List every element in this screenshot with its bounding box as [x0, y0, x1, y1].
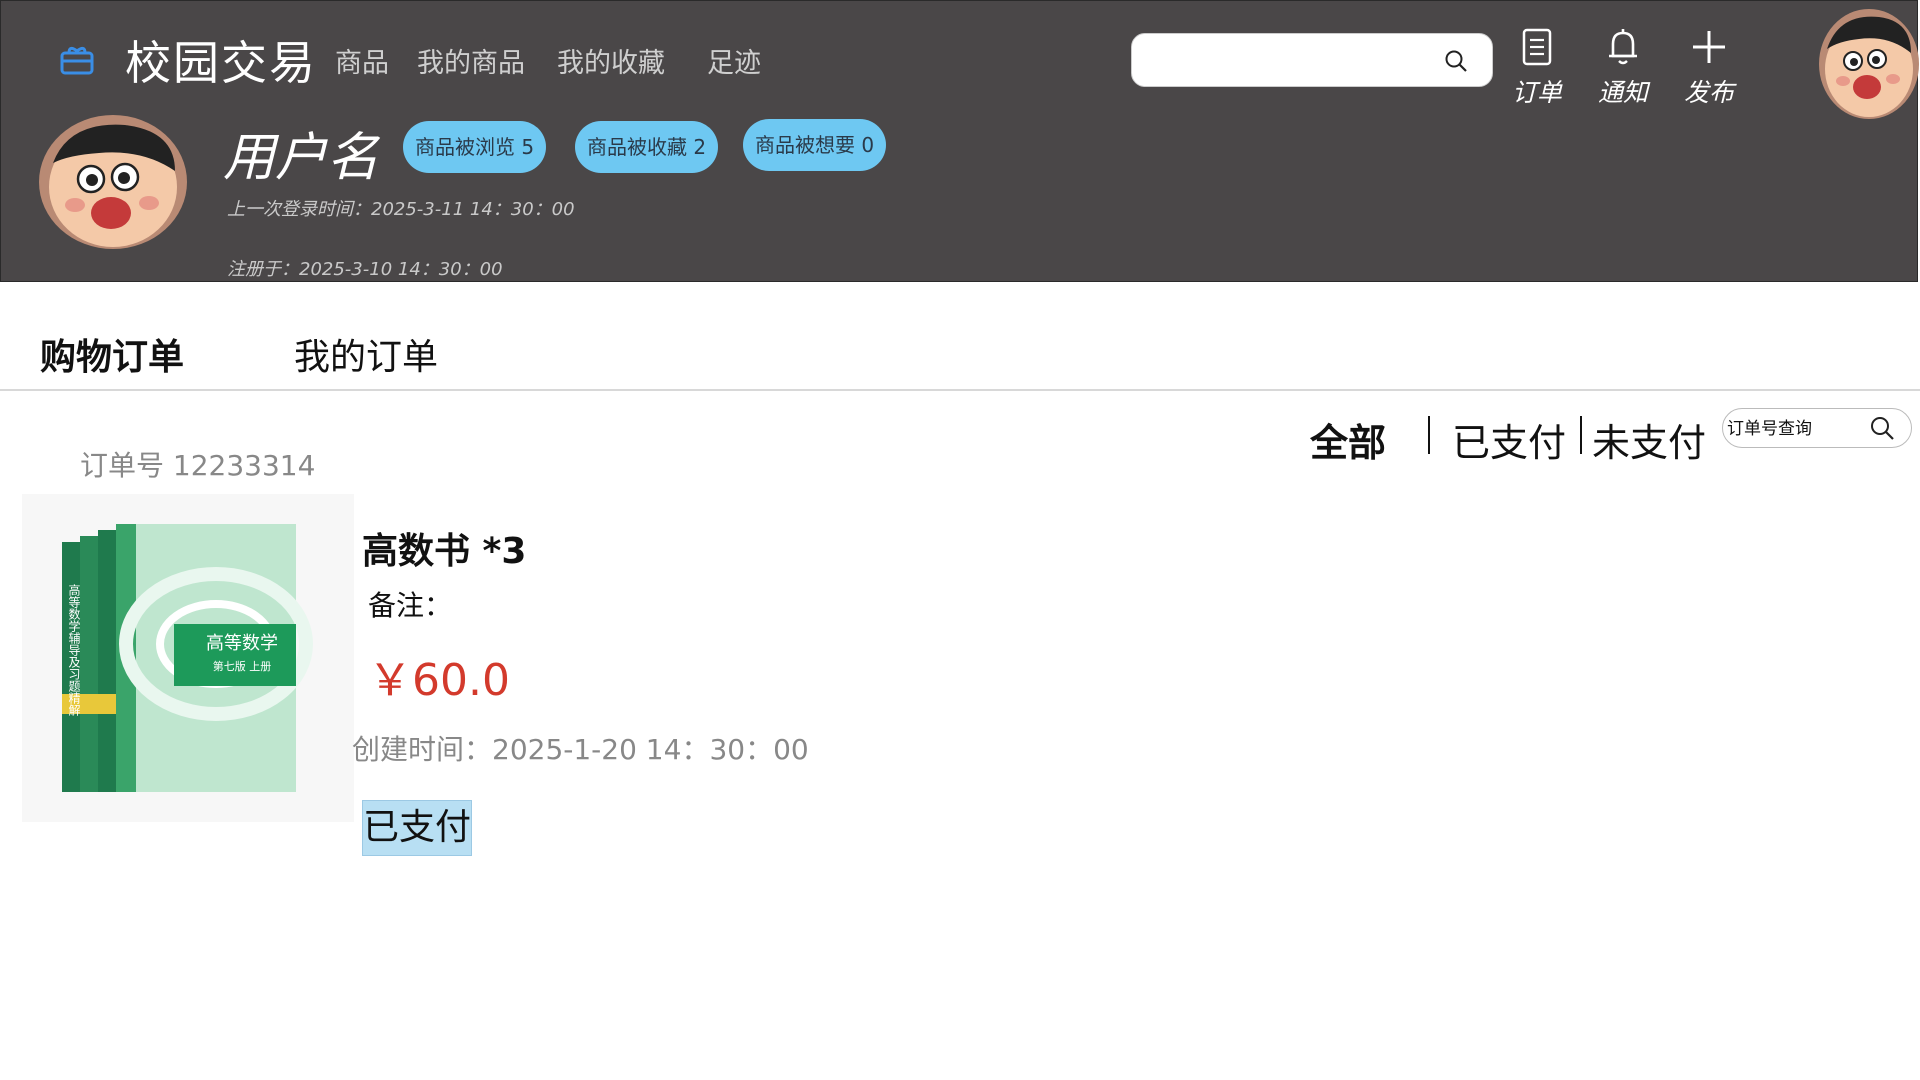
search-icon[interactable] [1444, 49, 1468, 73]
order-search-input[interactable] [1725, 415, 1869, 443]
top-header: 校园交易 商品 我的商品 我的收藏 足迹 订单 通知 发布 用户名 商品被浏览 … [0, 0, 1919, 282]
publish-button[interactable]: 发布 [1669, 27, 1749, 109]
bell-icon [1583, 27, 1663, 67]
filter-divider [1428, 416, 1430, 454]
book-spine-title: 高等数学辅导及习题精解 [67, 583, 81, 717]
tab-my-orders[interactable]: 我的订单 [294, 328, 438, 380]
notify-button[interactable]: 通知 [1583, 27, 1663, 109]
tab-shopping-orders[interactable]: 购物订单 [40, 328, 184, 380]
user-avatar-small[interactable] [1819, 9, 1919, 119]
badge-favorites: 商品被收藏 2 [575, 121, 719, 173]
nav-products[interactable]: 商品 [335, 41, 389, 80]
badge-wanted: 商品被想要 0 [743, 119, 887, 171]
search-icon[interactable] [1869, 415, 1895, 441]
tab-divider [0, 389, 1920, 391]
filter-paid[interactable]: 已支付 [1452, 412, 1566, 467]
order-remark: 备注： [368, 589, 453, 622]
nav-footprints[interactable]: 足迹 [707, 41, 761, 80]
book-cover-edition: 第七版 上册 [213, 659, 272, 673]
document-icon [1497, 27, 1577, 67]
order-status-button[interactable]: 已支付 [362, 800, 472, 856]
filter-all[interactable]: 全部 [1310, 412, 1386, 467]
notify-label: 通知 [1597, 78, 1648, 107]
header-search [1131, 33, 1493, 87]
order-price: ￥60.0 [368, 655, 510, 706]
orders-label: 订单 [1511, 78, 1562, 107]
filter-divider [1580, 416, 1582, 454]
brand-title: 校园交易 [125, 36, 317, 90]
gift-icon [57, 39, 97, 79]
plus-icon [1669, 27, 1749, 67]
publish-label: 发布 [1683, 78, 1734, 107]
book-cover-title: 高等数学 [206, 633, 278, 654]
badge-views: 商品被浏览 5 [403, 121, 547, 173]
order-number: 订单号 12233314 [80, 449, 316, 482]
filter-unpaid[interactable]: 未支付 [1592, 412, 1706, 467]
user-avatar-large[interactable] [39, 115, 187, 249]
last-login-time: 上一次登录时间：2025-3-11 14：30：00 [227, 199, 575, 220]
order-search [1722, 408, 1912, 448]
header-search-input[interactable] [1146, 44, 1440, 78]
product-image[interactable]: 高等数学 第七版 上册 高等数学辅导及习题精解 [22, 494, 354, 822]
nav-my-favorites[interactable]: 我的收藏 [557, 41, 665, 80]
order-created-time: 创建时间：2025-1-20 14：30：00 [352, 733, 809, 766]
nav-my-products[interactable]: 我的商品 [417, 41, 525, 80]
product-name: 高数书 *3 [362, 531, 527, 572]
orders-button[interactable]: 订单 [1497, 27, 1577, 109]
register-time: 注册于：2025-3-10 14：30：00 [227, 259, 503, 280]
username: 用户名 [223, 128, 380, 188]
